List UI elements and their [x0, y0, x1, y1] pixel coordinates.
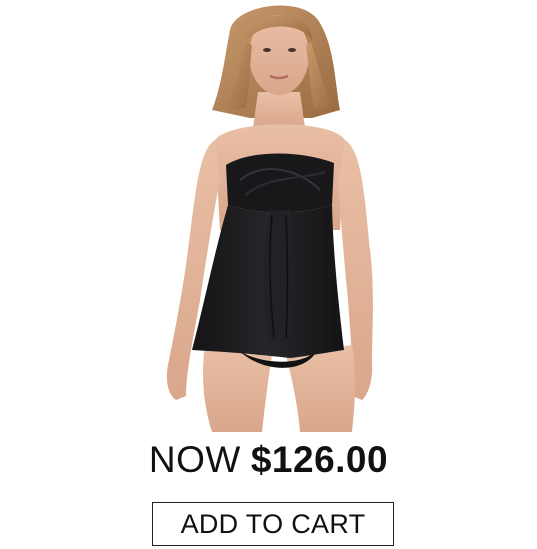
price-value: $126.00 [250, 439, 389, 480]
price-display: NOW $126.00 [0, 436, 537, 484]
price-prefix: NOW [148, 439, 241, 480]
add-to-cart-button[interactable]: ADD TO CART [152, 502, 394, 546]
product-photo[interactable] [0, 0, 537, 432]
